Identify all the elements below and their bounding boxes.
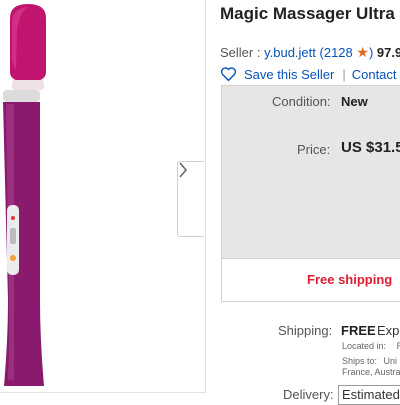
massager-image [3, 4, 46, 386]
seller-name-link[interactable]: y.bud.jett [264, 45, 316, 60]
seller-label: Seller : [220, 45, 261, 60]
divider: | [342, 66, 346, 82]
shipping-method: Expe [377, 323, 400, 338]
located-in-label: Located in: R [342, 341, 400, 351]
next-image-button[interactable] [177, 161, 204, 237]
seller-info: Seller : y.bud.jett (2128 ★) 97.9 [220, 44, 400, 61]
save-seller-row: Save this Seller | Contact se [220, 66, 400, 82]
free-shipping-text: Free shipping [307, 272, 393, 287]
ships-to-label: Ships to: Uni [342, 356, 398, 366]
feedback-percent: 97.9 [376, 45, 400, 60]
condition-label: Condition: [272, 94, 331, 109]
price-label: Price: [297, 142, 331, 157]
ships-to-countries: France, Austra [342, 367, 400, 377]
shipping-free: FREE [341, 323, 376, 338]
product-title: Magic Massager Ultra P [220, 4, 400, 23]
heart-icon[interactable] [220, 66, 237, 82]
save-seller-link[interactable]: Save this Seller [244, 67, 334, 82]
product-image[interactable] [0, 0, 206, 393]
buy-box [221, 85, 400, 302]
condition-value: New [341, 94, 368, 109]
chevron-right-icon [179, 162, 188, 178]
star-icon: ★ [356, 44, 369, 60]
price-value: US $31.5 [341, 139, 400, 156]
delivery-estimate: Estimated [338, 385, 400, 405]
feedback-count-link[interactable]: (2128 [320, 45, 353, 60]
contact-seller-link[interactable]: Contact se [352, 67, 400, 82]
shipping-label: Shipping: [278, 323, 333, 338]
